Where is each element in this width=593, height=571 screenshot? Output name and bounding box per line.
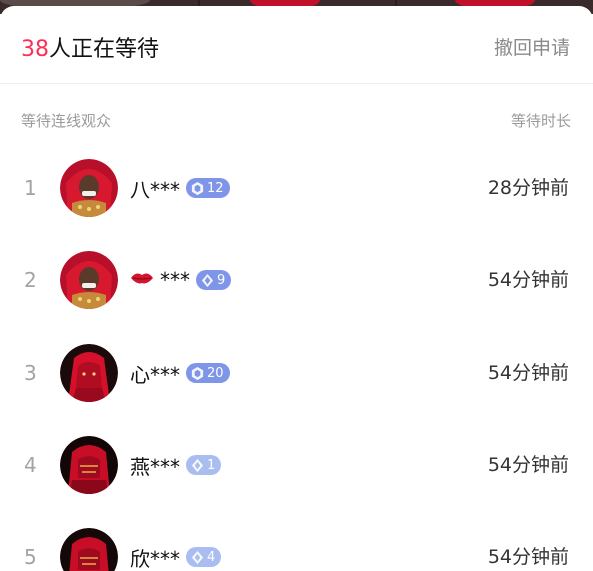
queue-user-info: 欣*** 4 <box>130 517 222 571</box>
queue-wait-time: 54分钟前 <box>487 454 569 476</box>
queue-rank: 3 <box>24 361 37 385</box>
queue-wait-time: 28分钟前 <box>487 177 569 199</box>
queue-username: 欣*** <box>130 546 180 571</box>
queue-user-info: *** 9 <box>130 240 232 320</box>
fan-level-badge: 20 <box>186 363 230 383</box>
avatar[interactable] <box>60 159 118 217</box>
queue-user-info: 燕*** 1 <box>130 425 222 505</box>
waiting-list-sheet: 38人正在等待 撤回申请 等待连线观众 等待时长 1 八*** 12 28分钟前 <box>0 6 593 571</box>
queue-rank: 4 <box>24 453 37 477</box>
hexagon-gem-icon <box>191 181 204 195</box>
queue-rank: 2 <box>24 268 37 292</box>
queue-username: 燕*** <box>130 454 180 479</box>
queue-username: 心*** <box>130 362 180 387</box>
withdraw-request-button[interactable]: 撤回申请 <box>494 33 570 60</box>
avatar[interactable] <box>60 528 118 571</box>
queue-username: *** <box>160 268 190 292</box>
queue-user-info: 八*** 12 <box>130 148 230 228</box>
queue-wait-time: 54分钟前 <box>487 269 569 291</box>
fan-level-badge: 4 <box>186 547 222 567</box>
queue-row[interactable]: 2 *** 9 54分钟前 <box>0 240 593 320</box>
diamond-gem-icon <box>191 550 204 564</box>
fan-level-number: 20 <box>207 365 224 381</box>
queue-row[interactable]: 4 燕*** 1 54分钟前 <box>0 425 593 505</box>
fan-level-badge: 9 <box>196 270 232 290</box>
avatar[interactable] <box>60 251 118 309</box>
queue-username: 八*** <box>130 177 180 202</box>
queue-row[interactable]: 1 八*** 12 28分钟前 <box>0 148 593 228</box>
queue-user-info: 心*** 20 <box>130 333 230 413</box>
fan-level-badge: 12 <box>186 178 230 198</box>
waiting-count-label: 人正在等待 <box>49 37 160 62</box>
fan-level-number: 12 <box>207 180 224 196</box>
fan-level-number: 4 <box>207 549 216 565</box>
fan-level-number: 1 <box>207 457 216 473</box>
hexagon-gem-icon <box>191 366 204 380</box>
diamond-gem-icon <box>201 273 214 287</box>
queue-wait-time: 54分钟前 <box>487 362 569 384</box>
diamond-gem-icon <box>191 458 204 472</box>
avatar[interactable] <box>60 344 118 402</box>
queue-row[interactable]: 5 欣*** 4 54分钟前 <box>0 517 593 571</box>
fan-level-badge: 1 <box>186 455 222 475</box>
waiting-duration-column-label: 等待时长 <box>510 112 571 130</box>
fan-level-number: 9 <box>217 272 226 288</box>
queue-rank: 5 <box>24 545 37 569</box>
lips-icon <box>130 270 154 291</box>
avatar[interactable] <box>60 436 118 494</box>
queue-rank: 1 <box>24 176 37 200</box>
waiting-count-title: 38人正在等待 <box>21 31 159 63</box>
waiting-count-number: 38 <box>21 37 49 62</box>
sheet-header: 38人正在等待 撤回申请 <box>0 6 593 84</box>
queue-row[interactable]: 3 心*** 20 54分钟前 <box>0 333 593 413</box>
waiting-viewers-column-label: 等待连线观众 <box>21 112 112 130</box>
queue-wait-time: 54分钟前 <box>487 546 569 568</box>
